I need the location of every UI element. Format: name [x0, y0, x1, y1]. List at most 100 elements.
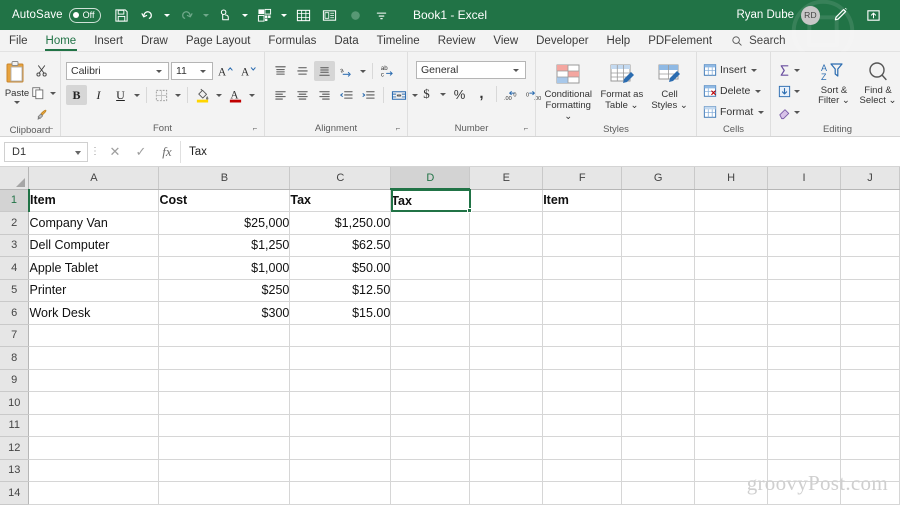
cell-i5[interactable] [767, 279, 841, 302]
formula-input[interactable]: Tax [180, 140, 896, 163]
cell-b9[interactable] [158, 369, 291, 392]
cell-a8[interactable] [28, 346, 160, 370]
row-header-3[interactable]: 3 [0, 234, 30, 257]
clear-button[interactable] [777, 102, 807, 122]
cell-e13[interactable] [469, 459, 544, 482]
cell-c9[interactable] [289, 369, 392, 392]
cell-g9[interactable] [621, 369, 696, 392]
cell-h14[interactable] [694, 481, 769, 505]
font-color-dropdown-icon[interactable] [247, 85, 257, 105]
cell-g1[interactable] [621, 189, 696, 212]
undo-dropdown-icon[interactable] [161, 3, 174, 27]
cell-g12[interactable] [621, 436, 696, 460]
cell-h1[interactable] [694, 189, 769, 212]
delete-cells-dropdown-icon[interactable] [753, 81, 763, 101]
cell-c7[interactable] [289, 324, 392, 347]
cell-e9[interactable] [469, 369, 544, 392]
cell-h3[interactable] [694, 234, 769, 257]
format-painter-button[interactable] [31, 105, 53, 125]
copy-dropdown-icon[interactable] [50, 91, 56, 95]
column-header-h[interactable]: H [694, 167, 769, 190]
cell-f4[interactable] [542, 256, 623, 280]
column-header-a[interactable]: A [28, 167, 160, 190]
insert-function-button[interactable]: fx [154, 141, 180, 163]
cell-f2[interactable] [542, 211, 623, 235]
row-header-6[interactable]: 6 [0, 301, 30, 325]
cell-d8[interactable] [390, 346, 471, 370]
tab-page-layout[interactable]: Page Layout [177, 30, 260, 51]
cell-g11[interactable] [621, 414, 696, 437]
cell-d9[interactable] [390, 369, 471, 392]
comma-format-button[interactable]: , [471, 84, 492, 104]
borders-dropdown-icon[interactable] [173, 85, 183, 105]
cancel-formula-button[interactable]: ✕ [102, 141, 128, 163]
column-header-g[interactable]: G [621, 167, 696, 190]
cell-j5[interactable] [840, 279, 900, 302]
cell-a10[interactable] [28, 391, 160, 415]
tab-timeline[interactable]: Timeline [368, 30, 429, 51]
cell-h6[interactable] [694, 301, 769, 325]
font-dialog-launcher[interactable]: ⌐ [251, 125, 259, 133]
font-family-combo[interactable]: Calibri [66, 62, 169, 80]
cell-h9[interactable] [694, 369, 769, 392]
row-header-5[interactable]: 5 [0, 279, 30, 302]
cell-e2[interactable] [469, 211, 544, 235]
cell-e7[interactable] [469, 324, 544, 347]
cell-h2[interactable] [694, 211, 769, 235]
cell-h10[interactable] [694, 391, 769, 415]
cell-j7[interactable] [840, 324, 900, 347]
fill-color-dropdown-icon[interactable] [214, 85, 224, 105]
align-right-button[interactable] [314, 85, 335, 105]
format-as-table-button[interactable]: Format as Table ⌄ [598, 61, 647, 112]
cell-b10[interactable] [158, 391, 291, 415]
autosum-dropdown-icon[interactable] [792, 60, 802, 80]
increase-indent-button[interactable] [358, 85, 379, 105]
cell-a12[interactable] [28, 436, 160, 460]
column-header-c[interactable]: C [289, 167, 392, 190]
cell-f10[interactable] [542, 391, 623, 415]
accounting-format-button[interactable]: $ [416, 84, 437, 104]
row-header-1[interactable]: 1 [0, 189, 30, 212]
accounting-dropdown-icon[interactable] [438, 84, 448, 104]
percent-format-button[interactable]: % [449, 84, 470, 104]
cell-e11[interactable] [469, 414, 544, 437]
autosum-button[interactable] [777, 60, 807, 80]
cell-f14[interactable] [542, 481, 623, 505]
column-header-d[interactable]: D [390, 167, 471, 190]
cell-g3[interactable] [621, 234, 696, 257]
cell-h11[interactable] [694, 414, 769, 437]
cell-h13[interactable] [694, 459, 769, 482]
number-format-dropdown-icon[interactable] [510, 69, 522, 72]
row-header-2[interactable]: 2 [0, 211, 30, 235]
fill-button[interactable] [777, 81, 807, 101]
cell-f11[interactable] [542, 414, 623, 437]
cell-e12[interactable] [469, 436, 544, 460]
cell-c6[interactable]: $15.00 [289, 301, 392, 325]
cell-i11[interactable] [767, 414, 841, 437]
cell-e4[interactable] [469, 256, 544, 280]
cell-f13[interactable] [542, 459, 623, 482]
fill-dropdown-icon[interactable] [792, 81, 802, 101]
cell-d7[interactable] [390, 324, 471, 347]
tab-draw[interactable]: Draw [132, 30, 177, 51]
insert-cells-button[interactable]: Insert [703, 60, 759, 80]
ribbon-display-options-icon[interactable] [860, 3, 886, 27]
tab-help[interactable]: Help [598, 30, 640, 51]
cell-d10[interactable] [390, 391, 471, 415]
row-header-9[interactable]: 9 [0, 369, 30, 392]
cell-i6[interactable] [767, 301, 841, 325]
cell-i14[interactable] [767, 481, 841, 505]
number-dialog-launcher[interactable]: ⌐ [522, 125, 530, 133]
cut-button[interactable] [31, 61, 53, 81]
customize-qat-icon[interactable] [369, 3, 395, 27]
cell-e6[interactable] [469, 301, 544, 325]
formula-bar-expand-handle[interactable]: ⋮ [88, 146, 102, 157]
format-cells-dropdown-icon[interactable] [756, 102, 766, 122]
row-header-8[interactable]: 8 [0, 346, 30, 370]
cell-c10[interactable] [289, 391, 392, 415]
cell-a9[interactable] [28, 369, 160, 392]
cell-g6[interactable] [621, 301, 696, 325]
bottom-align-button[interactable] [314, 61, 335, 81]
cell-d3[interactable] [390, 234, 471, 257]
touch-mode-icon[interactable] [213, 3, 239, 27]
